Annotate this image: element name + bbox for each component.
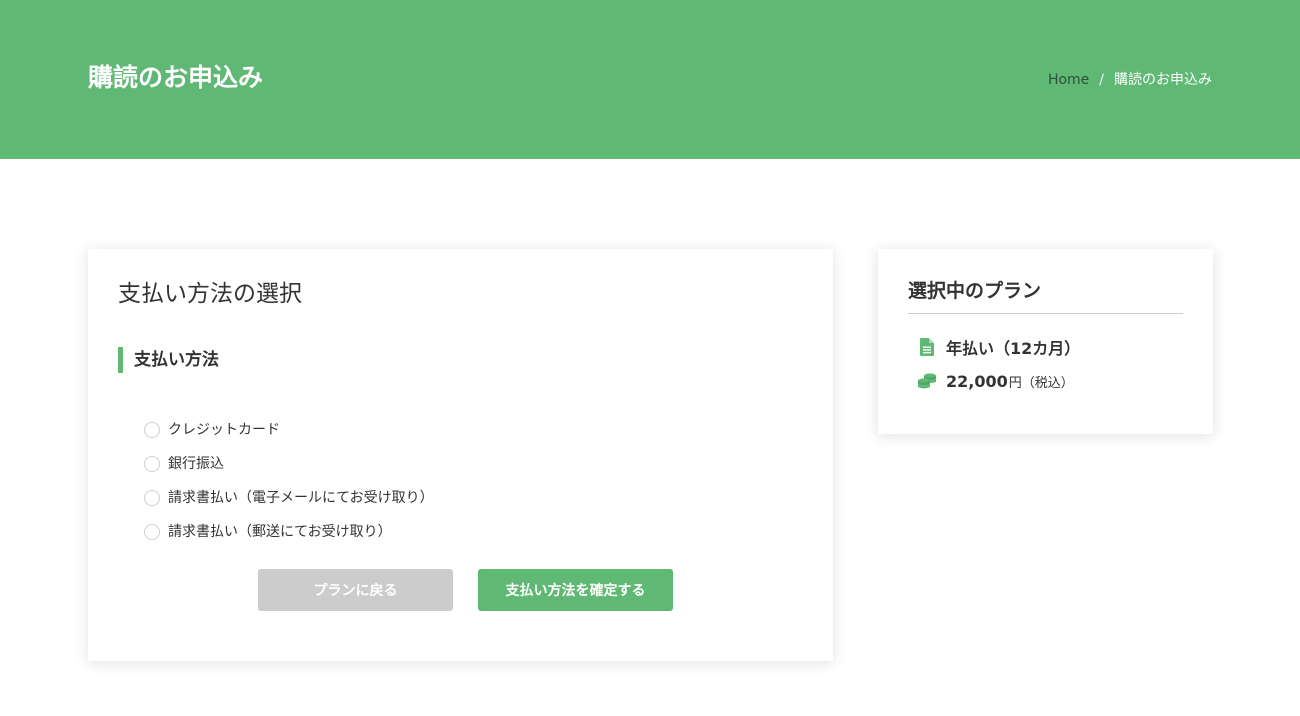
coins-icon — [916, 370, 938, 392]
radio-button[interactable] — [144, 422, 160, 438]
radio-button[interactable] — [144, 490, 160, 506]
radio-button[interactable] — [144, 456, 160, 472]
plan-price: 22,000 — [946, 371, 1008, 391]
plan-price-unit: 円（税込） — [1008, 375, 1074, 391]
payment-option-invoice-mail[interactable]: 請求書払い（郵送にてお受け取り） — [144, 515, 434, 549]
payment-section-heading: 支払い方法 — [118, 347, 219, 373]
page-header: 購読のお申込み Home / 購読のお申込み — [0, 0, 1300, 159]
plan-price-row: 22,000 円（税込） — [916, 370, 1074, 392]
breadcrumb: Home / 購読のお申込み — [1048, 70, 1212, 90]
plan-name: 年払い（12カ月） — [946, 339, 1081, 358]
payment-option-label: 銀行振込 — [168, 456, 224, 472]
selected-plan-card: 選択中のプラン 年払い（12カ月） 22,000 円（税込） — [878, 249, 1213, 434]
payment-card-title: 支払い方法の選択 — [118, 281, 302, 307]
page-title: 購読のお申込み — [88, 63, 264, 92]
selected-plan-title: 選択中のプラン — [908, 277, 1183, 314]
payment-option-credit-card[interactable]: クレジットカード — [144, 413, 434, 447]
back-to-plan-button[interactable]: プランに戻る — [258, 569, 453, 611]
payment-option-invoice-email[interactable]: 請求書払い（電子メールにてお受け取り） — [144, 481, 434, 515]
payment-option-label: 請求書払い（郵送にてお受け取り） — [168, 524, 392, 540]
radio-button[interactable] — [144, 524, 160, 540]
breadcrumb-home-link[interactable]: Home — [1048, 70, 1089, 90]
breadcrumb-separator: / — [1099, 72, 1104, 88]
payment-option-bank-transfer[interactable]: 銀行振込 — [144, 447, 434, 481]
document-icon — [916, 336, 938, 358]
payment-method-card: 支払い方法の選択 支払い方法 クレジットカード 銀行振込 請求書払い（電子メール… — [88, 249, 833, 661]
payment-options: クレジットカード 銀行振込 請求書払い（電子メールにてお受け取り） 請求書払い（… — [144, 413, 434, 549]
confirm-payment-button[interactable]: 支払い方法を確定する — [478, 569, 673, 611]
plan-name-row: 年払い（12カ月） — [916, 335, 1080, 359]
payment-option-label: クレジットカード — [168, 422, 280, 438]
payment-option-label: 請求書払い（電子メールにてお受け取り） — [168, 490, 434, 506]
breadcrumb-current: 購読のお申込み — [1114, 72, 1212, 88]
